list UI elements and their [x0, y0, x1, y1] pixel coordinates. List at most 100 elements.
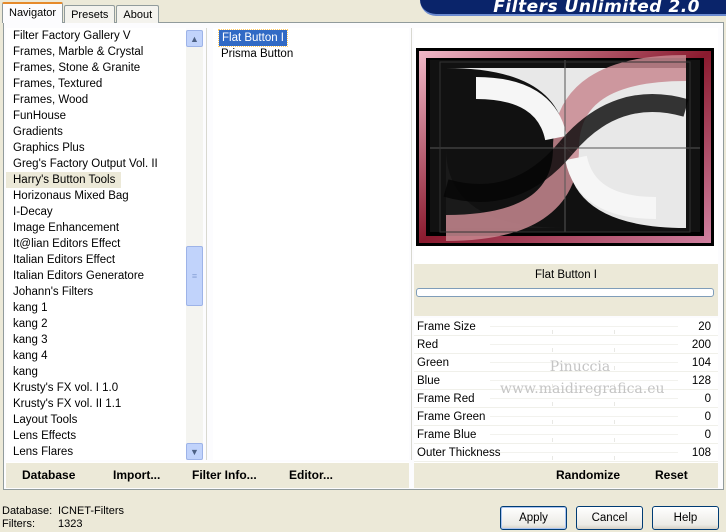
- category-item[interactable]: kang 4: [6, 348, 186, 364]
- scroll-up-button[interactable]: ▲: [186, 30, 203, 47]
- randomize-button[interactable]: Randomize: [556, 468, 620, 482]
- slider-track[interactable]: [490, 452, 678, 460]
- category-item[interactable]: Krusty's FX vol. I 1.0: [6, 380, 186, 396]
- category-item[interactable]: Frames, Wood: [6, 92, 186, 108]
- parameter-name: Frame Blue: [417, 429, 477, 441]
- right-toolbar: Randomize Reset: [414, 462, 718, 488]
- parameter-value: 108: [691, 447, 711, 459]
- slider-track[interactable]: [490, 344, 678, 352]
- slider-tick: [552, 366, 554, 370]
- parameter-value: 104: [691, 357, 711, 369]
- slider-track[interactable]: [490, 380, 678, 388]
- category-item[interactable]: kang 2: [6, 316, 186, 332]
- parameter-name: Green: [417, 357, 449, 369]
- category-item[interactable]: FunHouse: [6, 108, 186, 124]
- parameter-name: Frame Size: [417, 321, 476, 333]
- category-list[interactable]: Filter Factory Gallery V Frames, Marble &…: [6, 28, 186, 460]
- parameter-value: 128: [691, 375, 711, 387]
- filter-list[interactable]: Flat Button I Prisma Button: [213, 28, 409, 460]
- progress-bar: [416, 288, 714, 297]
- slider-track[interactable]: [490, 362, 678, 370]
- tab-navigator[interactable]: Navigator: [2, 2, 64, 23]
- parameter-name: Frame Red: [417, 393, 475, 405]
- slider-tick: [614, 384, 616, 388]
- app-title: Filters Unlimited 2.0: [493, 0, 700, 17]
- tab-presets[interactable]: Presets: [64, 5, 116, 23]
- slider-track[interactable]: [490, 326, 678, 334]
- filter-item[interactable]: Prisma Button: [213, 46, 409, 62]
- slider-tick: [552, 330, 554, 334]
- parameter-name: Frame Green: [417, 411, 486, 423]
- category-item[interactable]: Frames, Textured: [6, 76, 186, 92]
- parameter-value: 200: [691, 339, 711, 351]
- parameter-slider[interactable]: Green 104: [414, 354, 718, 372]
- category-item[interactable]: I-Decay: [6, 204, 186, 220]
- category-item[interactable]: Italian Editors Effect: [6, 252, 186, 268]
- cancel-button[interactable]: Cancel: [576, 506, 643, 530]
- parameter-slider[interactable]: Frame Blue 0: [414, 426, 718, 444]
- database-button[interactable]: Database: [22, 468, 75, 482]
- chevron-down-icon: ▼: [190, 446, 199, 457]
- category-item[interactable]: Johann's Filters: [6, 284, 186, 300]
- category-item[interactable]: Greg's Factory Output Vol. II: [6, 156, 186, 172]
- chevron-up-icon: ▲: [190, 33, 199, 44]
- filter-name-label: Flat Button I: [414, 264, 718, 286]
- category-item[interactable]: kang 1: [6, 300, 186, 316]
- category-item[interactable]: Graphics Plus: [6, 140, 186, 156]
- scroll-down-button[interactable]: ▼: [186, 443, 203, 460]
- category-item[interactable]: Harry's Button Tools: [6, 172, 122, 188]
- status-database: Database: ICNET-Filters: [2, 505, 124, 517]
- category-scrollbar[interactable]: ▲ ≡ ▼: [186, 30, 203, 460]
- category-item[interactable]: Italian Editors Generatore: [6, 268, 186, 284]
- category-item[interactable]: Filter Factory Gallery V: [6, 28, 186, 44]
- status-filters: Filters: 1323: [2, 518, 83, 530]
- category-item[interactable]: Krusty's FX vol. II 1.1: [6, 396, 186, 412]
- category-item[interactable]: Lens Effects: [6, 428, 186, 444]
- category-item[interactable]: Layout Tools: [6, 412, 186, 428]
- slider-tick: [552, 456, 554, 460]
- parameter-slider[interactable]: Frame Red 0: [414, 390, 718, 408]
- category-item[interactable]: It@lian Editors Effect: [6, 236, 186, 252]
- parameter-value: 20: [698, 321, 711, 333]
- parameter-value: 0: [704, 429, 711, 441]
- grip-icon: ≡: [191, 271, 198, 281]
- editor-button[interactable]: Editor...: [289, 468, 333, 482]
- slider-track[interactable]: [490, 398, 678, 406]
- category-item[interactable]: kang 3: [6, 332, 186, 348]
- category-item[interactable]: Lens Flares: [6, 444, 186, 460]
- parameter-name: Red: [417, 339, 439, 351]
- category-item[interactable]: Horizonaus Mixed Bag: [6, 188, 186, 204]
- parameter-value: 0: [704, 393, 711, 405]
- apply-button[interactable]: Apply: [500, 506, 567, 530]
- category-item[interactable]: Image Enhancement: [6, 220, 186, 236]
- preview-image: [416, 48, 714, 246]
- slider-tick: [614, 366, 616, 370]
- parameter-slider[interactable]: Blue 128: [414, 372, 718, 390]
- parameter-name: Outer Thickness: [417, 447, 501, 459]
- parameter-slider[interactable]: Outer Thickness 108: [414, 444, 718, 462]
- category-item[interactable]: Gradients: [6, 124, 186, 140]
- slider-tick: [552, 438, 554, 442]
- parameter-name: Blue: [417, 375, 441, 387]
- slider-track[interactable]: [490, 434, 678, 442]
- tab-about[interactable]: About: [116, 5, 160, 23]
- scroll-thumb[interactable]: ≡: [186, 246, 203, 306]
- import-button[interactable]: Import...: [113, 468, 160, 482]
- category-item[interactable]: Frames, Stone & Granite: [6, 60, 186, 76]
- category-item[interactable]: Frames, Marble & Crystal: [6, 44, 186, 60]
- slider-tick: [614, 402, 616, 406]
- slider-tick: [614, 330, 616, 334]
- parameter-slider[interactable]: Frame Green 0: [414, 408, 718, 426]
- parameter-slider[interactable]: Red 200: [414, 336, 718, 354]
- filter-item[interactable]: Flat Button I: [217, 29, 289, 47]
- slider-tick: [552, 420, 554, 424]
- slider-tick: [552, 384, 554, 388]
- divider: [411, 28, 412, 460]
- category-item[interactable]: kang: [6, 364, 186, 380]
- reset-button[interactable]: Reset: [655, 468, 688, 482]
- parameter-slider[interactable]: Frame Size 20: [414, 318, 718, 336]
- filter-info-button[interactable]: Filter Info...: [192, 468, 257, 482]
- help-button[interactable]: Help: [652, 506, 719, 530]
- slider-track[interactable]: [490, 416, 678, 424]
- left-toolbar: Database Import... Filter Info... Editor…: [6, 462, 409, 488]
